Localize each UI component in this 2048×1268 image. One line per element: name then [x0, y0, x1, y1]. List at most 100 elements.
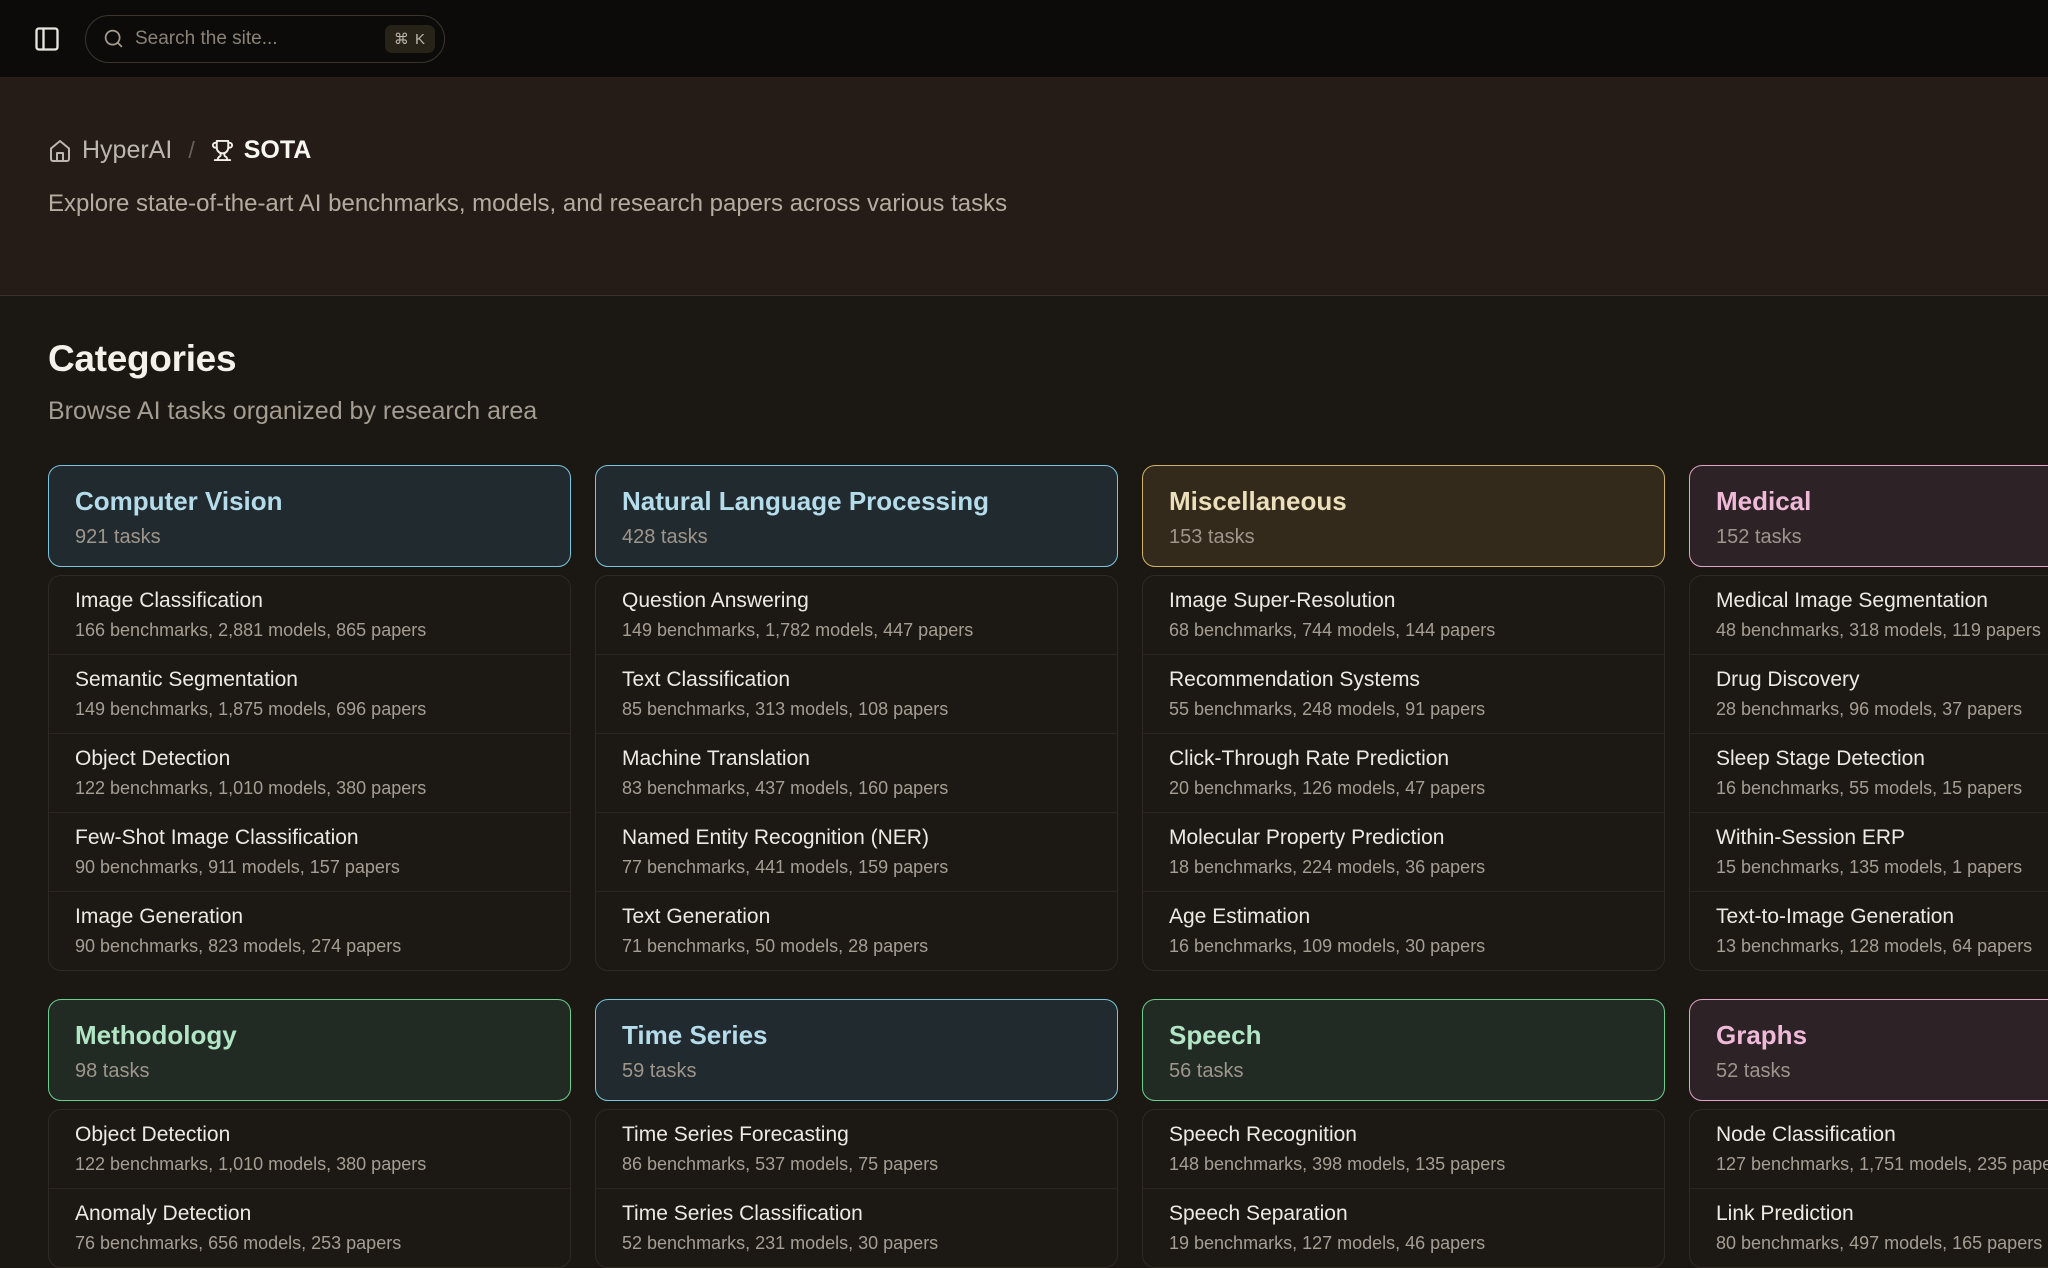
category-task-count: 152 tasks	[1716, 524, 2048, 550]
category-section: Medical 152 tasks Medical Image Segmenta…	[1689, 465, 2048, 971]
task-name: Drug Discovery	[1716, 667, 2048, 693]
category-card[interactable]: Methodology 98 tasks	[48, 999, 571, 1101]
task-name: Semantic Segmentation	[75, 667, 544, 693]
category-card[interactable]: Computer Vision 921 tasks	[48, 465, 571, 567]
task-stats: 86 benchmarks, 537 models, 75 papers	[622, 1152, 1091, 1176]
task-name: Question Answering	[622, 588, 1091, 614]
task-list-item[interactable]: Text Generation 71 benchmarks, 50 models…	[596, 892, 1117, 970]
category-section: Graphs 52 tasks Node Classification 127 …	[1689, 999, 2048, 1268]
task-list-item[interactable]: Drug Discovery 28 benchmarks, 96 models,…	[1690, 655, 2048, 734]
category-task-count: 59 tasks	[622, 1058, 1091, 1084]
task-stats: 19 benchmarks, 127 models, 46 papers	[1169, 1231, 1638, 1255]
task-list-item[interactable]: Within-Session ERP 15 benchmarks, 135 mo…	[1690, 813, 2048, 892]
sidebar-toggle-button[interactable]	[27, 19, 67, 59]
task-list-item[interactable]: Age Estimation 16 benchmarks, 109 models…	[1143, 892, 1664, 970]
task-name: Image Classification	[75, 588, 544, 614]
task-list-item[interactable]: Click-Through Rate Prediction 20 benchma…	[1143, 734, 1664, 813]
task-name: Link Prediction	[1716, 1201, 2048, 1227]
task-list-item[interactable]: Anomaly Detection 76 benchmarks, 656 mod…	[49, 1189, 570, 1267]
task-list-item[interactable]: Time Series Forecasting 86 benchmarks, 5…	[596, 1110, 1117, 1189]
task-stats: 83 benchmarks, 437 models, 160 papers	[622, 776, 1091, 800]
task-name: Recommendation Systems	[1169, 667, 1638, 693]
task-name: Object Detection	[75, 1122, 544, 1148]
task-stats: 77 benchmarks, 441 models, 159 papers	[622, 855, 1091, 879]
task-list-item[interactable]: Node Classification 127 benchmarks, 1,75…	[1690, 1110, 2048, 1189]
panel-left-icon	[33, 25, 61, 53]
task-name: Speech Recognition	[1169, 1122, 1638, 1148]
task-list-item[interactable]: Image Classification 166 benchmarks, 2,8…	[49, 576, 570, 655]
task-list-item[interactable]: Link Prediction 80 benchmarks, 497 model…	[1690, 1189, 2048, 1267]
breadcrumb-current: SOTA	[211, 136, 312, 165]
category-title: Time Series	[622, 1019, 1091, 1052]
task-name: Few-Shot Image Classification	[75, 825, 544, 851]
task-name: Time Series Classification	[622, 1201, 1091, 1227]
hero-section: HyperAI / SOTA Explore state-of-the-art …	[0, 78, 2048, 296]
task-stats: 90 benchmarks, 823 models, 274 papers	[75, 934, 544, 958]
task-list-item[interactable]: Speech Recognition 148 benchmarks, 398 m…	[1143, 1110, 1664, 1189]
task-list-item[interactable]: Few-Shot Image Classification 90 benchma…	[49, 813, 570, 892]
task-list-item[interactable]: Text Classification 85 benchmarks, 313 m…	[596, 655, 1117, 734]
category-section: Methodology 98 tasks Object Detection 12…	[48, 999, 571, 1268]
task-list-item[interactable]: Image Generation 90 benchmarks, 823 mode…	[49, 892, 570, 970]
task-list: Image Classification 166 benchmarks, 2,8…	[48, 575, 571, 971]
task-name: Named Entity Recognition (NER)	[622, 825, 1091, 851]
breadcrumb-home-link[interactable]: HyperAI	[48, 136, 172, 165]
search-shortcut-badge: ⌘ K	[385, 25, 435, 53]
task-name: Click-Through Rate Prediction	[1169, 746, 1638, 772]
task-stats: 18 benchmarks, 224 models, 36 papers	[1169, 855, 1638, 879]
task-list-item[interactable]: Recommendation Systems 55 benchmarks, 24…	[1143, 655, 1664, 734]
task-name: Anomaly Detection	[75, 1201, 544, 1227]
task-stats: 149 benchmarks, 1,782 models, 447 papers	[622, 618, 1091, 642]
category-title: Natural Language Processing	[622, 485, 1091, 518]
category-card[interactable]: Miscellaneous 153 tasks	[1142, 465, 1665, 567]
task-list-item[interactable]: Time Series Classification 52 benchmarks…	[596, 1189, 1117, 1267]
task-list-item[interactable]: Semantic Segmentation 149 benchmarks, 1,…	[49, 655, 570, 734]
task-name: Text-to-Image Generation	[1716, 904, 2048, 930]
task-list-item[interactable]: Machine Translation 83 benchmarks, 437 m…	[596, 734, 1117, 813]
category-card[interactable]: Speech 56 tasks	[1142, 999, 1665, 1101]
task-list-item[interactable]: Sleep Stage Detection 16 benchmarks, 55 …	[1690, 734, 2048, 813]
task-name: Text Generation	[622, 904, 1091, 930]
task-list-item[interactable]: Object Detection 122 benchmarks, 1,010 m…	[49, 1110, 570, 1189]
task-name: Sleep Stage Detection	[1716, 746, 2048, 772]
task-list-item[interactable]: Image Super-Resolution 68 benchmarks, 74…	[1143, 576, 1664, 655]
task-name: Node Classification	[1716, 1122, 2048, 1148]
search-input[interactable]: Search the site... ⌘ K	[85, 15, 445, 63]
task-stats: 48 benchmarks, 318 models, 119 papers	[1716, 618, 2048, 642]
task-stats: 127 benchmarks, 1,751 models, 235 papers	[1716, 1152, 2048, 1176]
task-list-item[interactable]: Named Entity Recognition (NER) 77 benchm…	[596, 813, 1117, 892]
task-stats: 71 benchmarks, 50 models, 28 papers	[622, 934, 1091, 958]
breadcrumb-home-label: HyperAI	[82, 136, 172, 165]
task-list-item[interactable]: Text-to-Image Generation 13 benchmarks, …	[1690, 892, 2048, 970]
category-section: Natural Language Processing 428 tasks Qu…	[595, 465, 1118, 971]
task-list-item[interactable]: Question Answering 149 benchmarks, 1,782…	[596, 576, 1117, 655]
category-title: Methodology	[75, 1019, 544, 1052]
top-bar: Search the site... ⌘ K	[0, 0, 2048, 78]
category-task-count: 52 tasks	[1716, 1058, 2048, 1084]
task-list-item[interactable]: Molecular Property Prediction 18 benchma…	[1143, 813, 1664, 892]
category-card[interactable]: Medical 152 tasks	[1689, 465, 2048, 567]
task-name: Medical Image Segmentation	[1716, 588, 2048, 614]
categories-grid: Computer Vision 921 tasks Image Classifi…	[48, 465, 2048, 1268]
task-stats: 85 benchmarks, 313 models, 108 papers	[622, 697, 1091, 721]
category-section: Computer Vision 921 tasks Image Classifi…	[48, 465, 571, 971]
task-stats: 76 benchmarks, 656 models, 253 papers	[75, 1231, 544, 1255]
task-stats: 68 benchmarks, 744 models, 144 papers	[1169, 618, 1638, 642]
breadcrumb-separator: /	[188, 137, 194, 164]
task-name: Object Detection	[75, 746, 544, 772]
task-stats: 166 benchmarks, 2,881 models, 865 papers	[75, 618, 544, 642]
task-list-item[interactable]: Medical Image Segmentation 48 benchmarks…	[1690, 576, 2048, 655]
task-stats: 16 benchmarks, 109 models, 30 papers	[1169, 934, 1638, 958]
category-card[interactable]: Time Series 59 tasks	[595, 999, 1118, 1101]
task-stats: 55 benchmarks, 248 models, 91 papers	[1169, 697, 1638, 721]
category-title: Miscellaneous	[1169, 485, 1638, 518]
category-card[interactable]: Graphs 52 tasks	[1689, 999, 2048, 1101]
task-name: Age Estimation	[1169, 904, 1638, 930]
category-title: Graphs	[1716, 1019, 2048, 1052]
task-stats: 122 benchmarks, 1,010 models, 380 papers	[75, 776, 544, 800]
task-list-item[interactable]: Object Detection 122 benchmarks, 1,010 m…	[49, 734, 570, 813]
category-task-count: 98 tasks	[75, 1058, 544, 1084]
task-stats: 122 benchmarks, 1,010 models, 380 papers	[75, 1152, 544, 1176]
task-list-item[interactable]: Speech Separation 19 benchmarks, 127 mod…	[1143, 1189, 1664, 1267]
category-card[interactable]: Natural Language Processing 428 tasks	[595, 465, 1118, 567]
